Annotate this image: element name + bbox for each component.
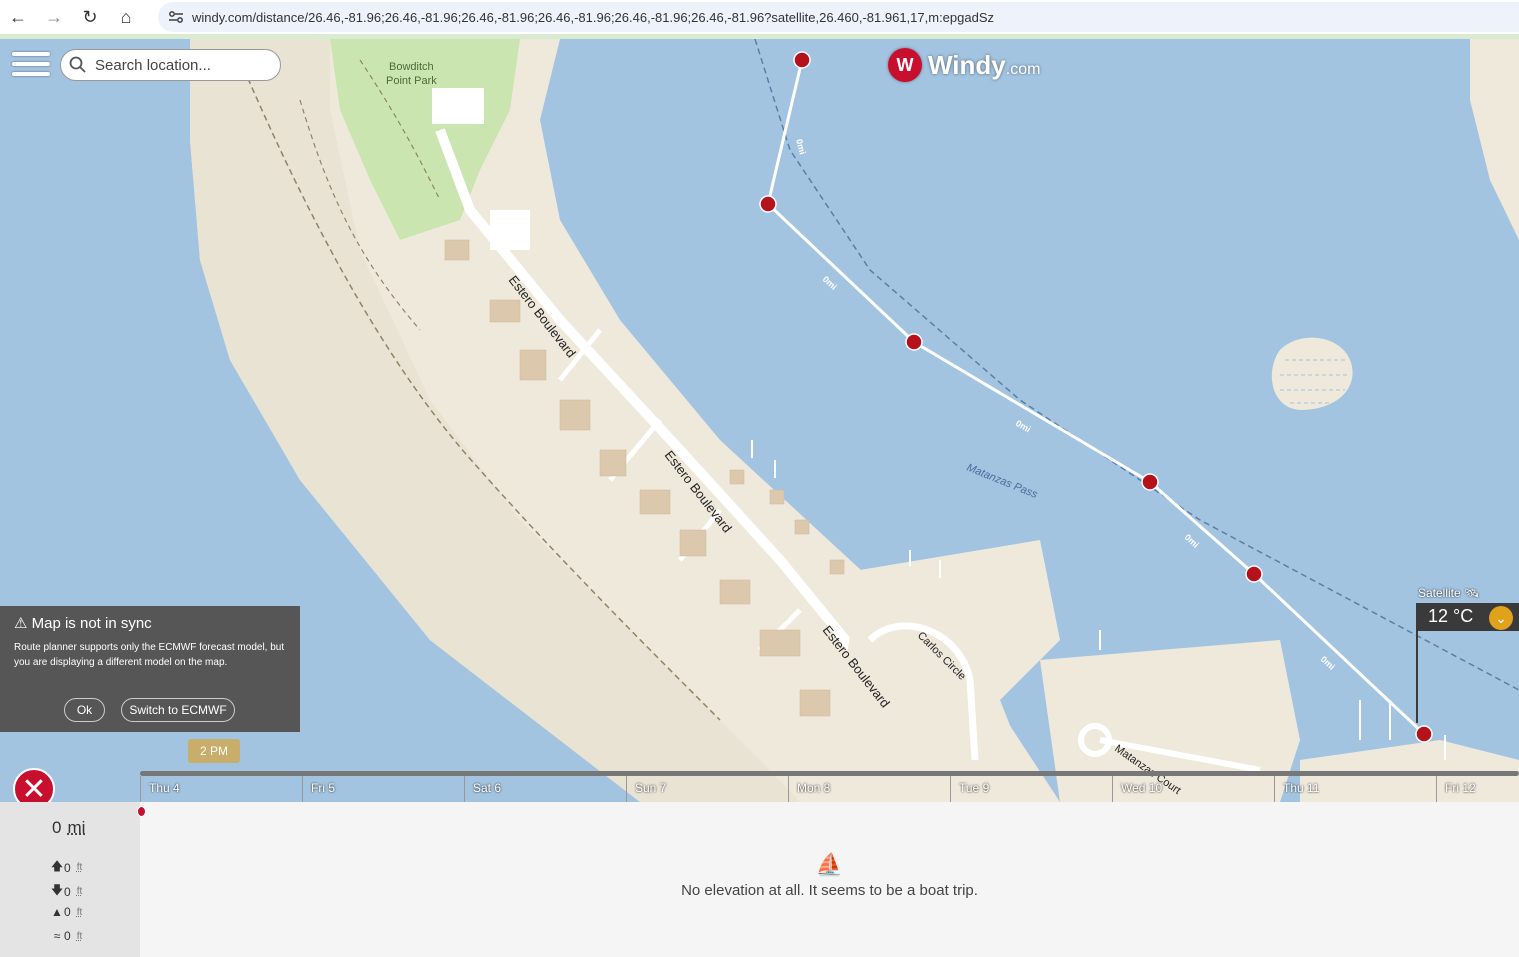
ascent-unit[interactable]: ft [77, 862, 83, 873]
layer-name: Satellite [1418, 586, 1461, 600]
mountain-icon: ▲ [51, 905, 63, 919]
waypoint-2 [759, 195, 777, 213]
boat-trip-message: ⛵ No elevation at all. It seems to be a … [140, 852, 1519, 899]
search-icon [69, 56, 86, 73]
park-label: Point Park [386, 75, 437, 87]
max-elevation-unit[interactable]: ft [77, 907, 83, 918]
park-label: Bowditch [389, 61, 434, 73]
current-time-pill[interactable]: 2 PM [188, 739, 240, 763]
waypoint-4 [1141, 473, 1159, 491]
temperature-value: 12 °C [1428, 606, 1474, 626]
timeline-day[interactable]: Sun 7 [626, 776, 788, 802]
distance-value: 0 [52, 818, 62, 837]
timeline-days: Thu 4 Fri 5 Sat 6 Sun 7 Mon 8 Tue 9 Wed … [140, 776, 1519, 802]
layer-label[interactable]: Satellite 🛰 [1418, 586, 1479, 600]
ascent-value: 0 [64, 860, 71, 875]
segment-label: 0mi [821, 274, 839, 292]
elevation-start-marker [137, 806, 146, 817]
switch-to-ecmwf-button[interactable]: Switch to ECMWF [121, 698, 235, 722]
segment-label: 0mi [1183, 532, 1201, 550]
timeline-day[interactable]: Fri 12 [1436, 776, 1519, 802]
elevation-panel: 0 mi 🡅 0 ft 🡇 0 ft ▲ 0 ft ≈0 ft ⛵ No elevation a… [0, 802, 1519, 957]
timeline-day[interactable]: Sat 6 [464, 776, 626, 802]
average-value: 0 [64, 929, 71, 943]
segment-label: 0mi [794, 138, 808, 156]
home-icon[interactable]: ⌂ [108, 0, 144, 34]
timeline-day[interactable]: Thu 4 [140, 776, 302, 802]
descent-unit[interactable]: ft [77, 886, 83, 897]
wave-icon: ≈ [53, 929, 61, 943]
timeline-day[interactable]: Thu 11 [1274, 776, 1436, 802]
chevron-down-icon[interactable]: ⌄ [1489, 606, 1513, 630]
address-bar[interactable]: windy.com/distance/26.46,-81.96;26.46,-8… [158, 2, 1519, 32]
descent-value: 0 [64, 884, 71, 899]
timeline-day[interactable]: Fri 5 [302, 776, 464, 802]
distance-unit[interactable]: mi [67, 818, 85, 837]
search-input[interactable] [93, 55, 273, 75]
park-building [432, 88, 484, 124]
northeast-land [1470, 39, 1519, 240]
segment-label: 0mi [1319, 654, 1337, 672]
sync-title: Map is not in sync [31, 615, 152, 632]
sync-message: Route planner supports only the ECMWF fo… [14, 642, 285, 668]
timeline-day[interactable]: Wed 10 [1112, 776, 1274, 802]
max-elevation-value: 0 [64, 905, 71, 919]
descent-icon: 🡇 [50, 883, 64, 897]
logo-suffix: .com [1005, 60, 1041, 78]
hamburger-menu-icon[interactable] [12, 52, 50, 84]
waypoint-3 [905, 333, 923, 351]
waypoint-6 [1415, 725, 1433, 743]
timeline-day[interactable]: Tue 9 [950, 776, 1112, 802]
windy-logo-icon: W [888, 48, 922, 82]
waypoint-5 [1245, 565, 1263, 583]
small-island [1271, 337, 1353, 410]
ascent-icon: 🡅 [50, 859, 64, 873]
ok-button[interactable]: Ok [64, 698, 105, 722]
back-arrow-icon[interactable]: ← [0, 0, 36, 34]
sailboat-icon: ⛵ [815, 852, 844, 877]
url-text: windy.com/distance/26.46,-81.96;26.46,-8… [192, 9, 995, 25]
satellite-icon: 🛰 [1464, 586, 1480, 600]
forward-arrow-icon[interactable]: → [36, 0, 72, 34]
reload-icon[interactable]: ↻ [72, 0, 108, 34]
boat-trip-text: No elevation at all. It seems to be a bo… [681, 882, 978, 899]
logo-name: Windy [928, 49, 1006, 80]
segment-label: 0mi [1014, 418, 1032, 434]
route-stats: 0 mi 🡅 0 ft 🡇 0 ft ▲ 0 ft ≈0 ft [0, 802, 140, 957]
timeline-day[interactable]: Mon 8 [788, 776, 950, 802]
average-unit[interactable]: ft [77, 931, 83, 942]
waypoint-1 [793, 51, 811, 69]
water-label: Matanzas Pass [965, 462, 1040, 501]
warning-icon: ⚠ [14, 615, 28, 632]
site-settings-icon[interactable] [168, 10, 184, 24]
temperature-pointer [1416, 631, 1418, 723]
search-box[interactable] [60, 49, 281, 81]
windy-logo[interactable]: W Windy.com [888, 48, 1040, 82]
